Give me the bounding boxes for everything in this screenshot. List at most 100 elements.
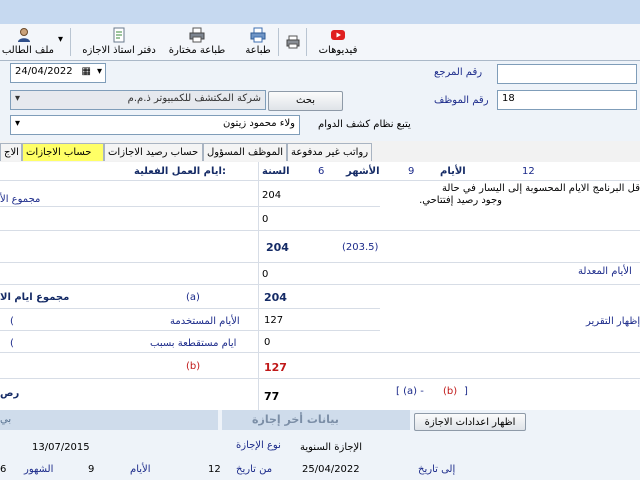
tab-leaves[interactable]: الاج	[0, 143, 22, 161]
used-127: 127	[264, 315, 284, 326]
divider	[0, 378, 640, 379]
last-leave-header: بيانات أخر إجازة	[252, 413, 339, 426]
chevron-down-icon[interactable]: ▾	[97, 66, 102, 77]
chevron-down-icon[interactable]: ▾	[58, 34, 63, 45]
balance-77: 77	[264, 390, 280, 403]
months-label: الشهور	[24, 464, 54, 475]
divider	[258, 162, 259, 410]
formula-close: ]	[464, 386, 468, 397]
divider	[0, 230, 640, 231]
months-value: 9	[88, 464, 95, 475]
print-button[interactable]: طباعة	[240, 24, 276, 60]
date-picker[interactable]: 24/04/2022 ▦ ▾	[10, 63, 106, 83]
from-date-label: من تاريخ	[236, 464, 273, 475]
reference-number-label: رقم المرجع	[434, 67, 483, 78]
tab-unpaid-salaries[interactable]: رواتب غير مدفوعة	[287, 143, 372, 161]
total-leave-days-label: مجموع ايام الا	[0, 292, 70, 303]
company-select[interactable]: شركة المكتشف للكمبيوتر ذ.م.م ▾	[10, 90, 266, 110]
deducted-0: 0	[264, 337, 271, 348]
printer-icon	[189, 27, 205, 43]
user-icon	[18, 28, 30, 42]
videos-label: فيديوهات	[318, 45, 358, 56]
employee-number-input[interactable]: 18	[497, 90, 637, 110]
divider	[0, 308, 380, 309]
employee-number-label: رقم الموظف	[434, 95, 489, 106]
used-days-label: الأيام المستخدمة	[170, 316, 240, 327]
value-0-adjusted: 0	[262, 269, 269, 280]
calendar-icon[interactable]: ▦	[82, 66, 91, 77]
print-selected-button[interactable]: طباعة مختارة	[166, 24, 228, 60]
employee-file-button[interactable]: ملف الطالب	[0, 24, 54, 60]
last-leave-header-bar: بيانات أخر إجازة	[222, 410, 410, 430]
divider	[0, 330, 380, 331]
divider	[0, 262, 640, 263]
opening-balance-note-line2: وجود رصيد إفتتاحي.	[419, 195, 502, 206]
header-days-label: الأيام	[440, 166, 466, 177]
toolbar-separator	[306, 28, 307, 56]
printer-icon	[250, 27, 266, 43]
header-year-value: 6	[318, 166, 325, 177]
tag-b: (b)	[186, 361, 201, 372]
tag-a: (a)	[186, 292, 200, 303]
leave-ledger-button[interactable]: دفتر استاذ الاجازه	[76, 24, 162, 60]
deducted-mark: (	[10, 338, 14, 349]
divider	[0, 180, 640, 181]
show-leave-settings-button[interactable]: اظهار اعدادات الاجازة	[414, 413, 526, 431]
to-date-label: إلى تاريخ	[418, 464, 456, 475]
date-value: 24/04/2022	[15, 66, 73, 77]
leave-calc-panel: 12 الأيام 9 الأشهر 6 السنة ايام العمل ال…	[0, 162, 640, 410]
calc-203-5: (203.5)	[342, 242, 379, 253]
balance-label: رص	[0, 388, 20, 399]
prefix-number: 6	[0, 464, 7, 475]
divider	[0, 284, 640, 285]
printer-icon	[286, 35, 300, 49]
leave-type-value[interactable]: الإجازة السنوية	[300, 442, 362, 453]
divider	[0, 206, 380, 207]
total-label: مجموع الأ	[0, 194, 41, 205]
formula-open: [ (a) -	[396, 386, 424, 397]
employee-name-select[interactable]: ولاء محمود زيتون ▾	[10, 115, 300, 135]
days-value: 12	[208, 464, 221, 475]
value-0: 0	[262, 214, 269, 225]
divider	[0, 352, 640, 353]
print-selected-label: طباعة مختارة	[168, 45, 226, 56]
attendance-system-label: يتبع نظام كشف الدوام	[318, 119, 411, 130]
tab-responsible-employee[interactable]: الموظف المسؤول	[203, 143, 287, 161]
header-days-value: 12	[522, 166, 535, 177]
header-actual-work-days-label: ايام العمل الفعلية:	[134, 166, 226, 177]
tab-leave-balance-calc[interactable]: حساب رصيد الاجازات	[104, 143, 203, 161]
deducted-days-label: ايام مستقطعة بسبب	[150, 338, 237, 349]
opening-balance-note-line1: قل البرنامج الايام المحسوبة إلى اليسار ف…	[442, 183, 640, 194]
header-year-label: السنة	[262, 166, 290, 177]
date-13-07-2015: 13/07/2015	[32, 442, 90, 453]
calc-204: 204	[266, 241, 289, 254]
chevron-down-icon[interactable]: ▾	[15, 118, 20, 129]
formula-b: (b)	[443, 386, 458, 397]
days-label: الأيام	[130, 464, 151, 475]
toolbar-separator	[278, 28, 279, 56]
toolbar-separator	[70, 28, 71, 56]
youtube-icon	[331, 30, 345, 40]
left-header-bar: بي	[0, 410, 218, 430]
value-204: 204	[262, 190, 282, 201]
left-header-label: بي	[0, 414, 12, 425]
header-months-value: 9	[408, 166, 415, 177]
adjusted-days-label: الأيام المعدلة	[578, 266, 632, 277]
from-date-value[interactable]: 25/04/2022	[302, 464, 360, 475]
total-127: 127	[264, 361, 287, 374]
show-report-link[interactable]: إظهار التقرير	[586, 316, 640, 327]
leave-type-label: نوع الإجازة	[236, 440, 281, 451]
toolbar: فيديوهات طباعة طباعة مختارة دفتر استاذ ا…	[0, 24, 640, 61]
employee-file-label: ملف الطالب	[1, 45, 54, 56]
tab-bar: رواتب غير مدفوعة الموظف المسؤول حساب رصي…	[0, 141, 640, 163]
tab-leave-calc[interactable]: حساب الاجازات	[22, 143, 104, 161]
print-label: طباعة	[245, 45, 271, 56]
header-months-label: الأشهر	[346, 166, 380, 177]
quick-print-button[interactable]	[282, 24, 304, 60]
leave-ledger-label: دفتر استاذ الاجازه	[82, 45, 156, 56]
reference-number-input[interactable]	[497, 64, 637, 84]
chevron-down-icon[interactable]: ▾	[15, 93, 20, 104]
search-button[interactable]: بحث	[268, 91, 343, 111]
ledger-icon	[113, 27, 125, 43]
videos-button[interactable]: فيديوهات	[312, 24, 364, 60]
